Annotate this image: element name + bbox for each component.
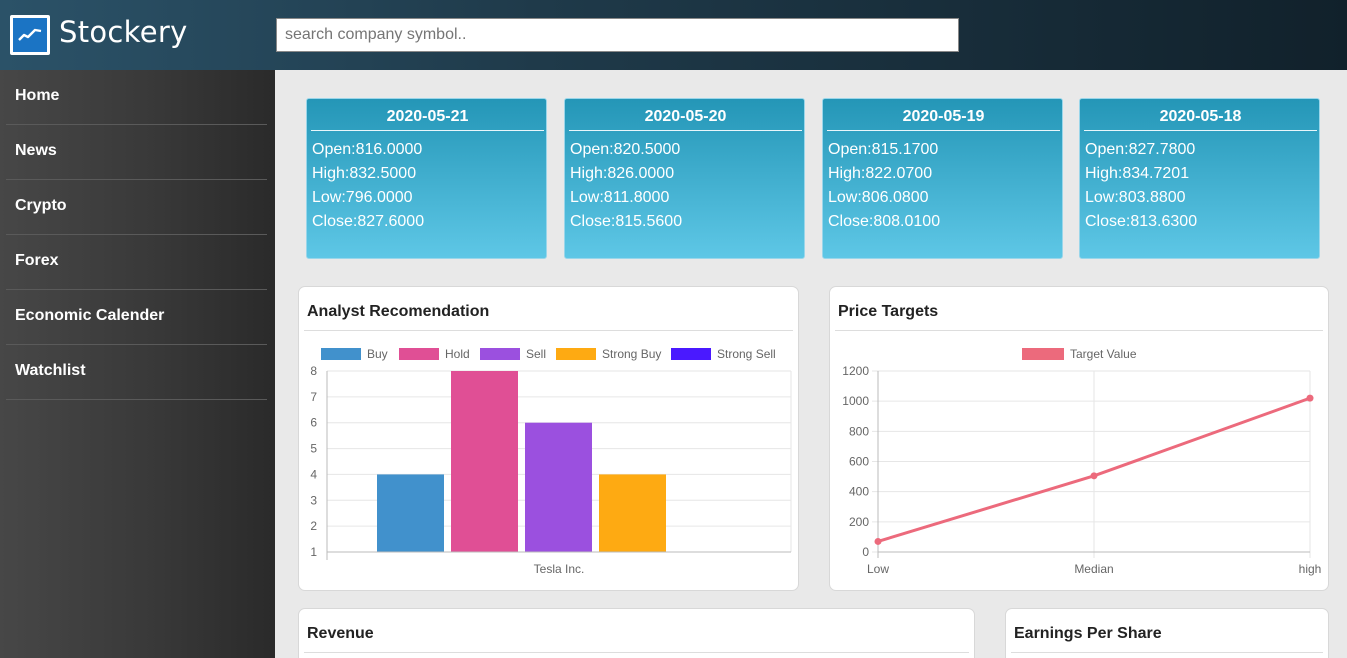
divider: [304, 330, 793, 331]
close-value: Close:813.6300: [1085, 213, 1198, 230]
x-tick-label: Tesla Inc.: [534, 562, 585, 576]
x-tick-label: high: [1299, 562, 1322, 576]
x-tick-label: Low: [867, 562, 889, 576]
legend-label: Target Value: [1070, 347, 1137, 361]
legend-swatch: [480, 348, 520, 360]
legend-label: Strong Buy: [602, 347, 661, 361]
legend-swatch: [556, 348, 596, 360]
open-value: Open:827.7800: [1085, 141, 1196, 158]
high-value: High:834.7201: [1085, 165, 1190, 182]
card-date: 2020-05-20: [569, 108, 802, 131]
legend-label: Buy: [367, 347, 388, 361]
close-value: Close:815.5600: [570, 213, 683, 230]
y-tick-label: 6: [310, 416, 317, 430]
close-value: Close:827.6000: [312, 213, 425, 230]
low-value: Low:811.8000: [570, 189, 670, 206]
y-tick-label: 600: [849, 455, 869, 469]
revenue-panel: Revenue: [298, 608, 975, 658]
y-tick-label: 1000: [842, 394, 869, 408]
y-tick-label: 4: [310, 467, 317, 481]
divider: [304, 652, 969, 653]
y-tick-label: 1: [310, 545, 317, 559]
legend-label: Sell: [526, 347, 546, 361]
sidebar: Home News Crypto Forex Economic Calender…: [0, 70, 275, 658]
panel-title: Analyst Recomendation: [307, 303, 490, 320]
y-tick-label: 1200: [842, 364, 869, 378]
low-value: Low:803.8800: [1085, 189, 1186, 206]
high-value: High:832.5000: [312, 165, 417, 182]
y-tick-label: 5: [310, 442, 317, 456]
legend-swatch: [1022, 348, 1064, 360]
divider: [1011, 652, 1323, 653]
divider: [835, 330, 1323, 331]
sidebar-item-home[interactable]: Home: [6, 70, 267, 125]
y-tick-label: 800: [849, 424, 869, 438]
daily-price-card: 2020-05-19 Open:815.1700 High:822.0700 L…: [822, 98, 1063, 259]
bar-sell: [525, 422, 592, 552]
sidebar-item-label: Forex: [15, 252, 59, 269]
sidebar-item-watchlist[interactable]: Watchlist: [6, 345, 267, 400]
sidebar-item-crypto[interactable]: Crypto: [6, 180, 267, 235]
sidebar-item-label: Watchlist: [15, 362, 86, 379]
sidebar-item-economic-calender[interactable]: Economic Calender: [6, 290, 267, 345]
chart-trend-icon[interactable]: [10, 15, 50, 55]
y-tick-label: 200: [849, 515, 869, 529]
bar-buy: [377, 474, 444, 552]
brand-name[interactable]: Stockery: [59, 15, 188, 49]
x-tick-label: Median: [1074, 562, 1113, 576]
price-targets-panel: Price Targets Target Value 0 200 400 600 800 1…: [829, 286, 1329, 591]
legend-label: Hold: [445, 347, 470, 361]
bar-hold: [451, 371, 518, 552]
y-tick-label: 8: [310, 364, 317, 378]
search-input[interactable]: [276, 18, 959, 52]
card-date: 2020-05-18: [1084, 108, 1317, 131]
low-value: Low:806.0800: [828, 189, 929, 206]
data-point: [1306, 394, 1314, 402]
legend-swatch: [321, 348, 361, 360]
y-tick-label: 7: [310, 390, 317, 404]
bar-strong-buy: [599, 474, 666, 552]
high-value: High:822.0700: [828, 165, 933, 182]
close-value: Close:808.0100: [828, 213, 941, 230]
sidebar-item-forex[interactable]: Forex: [6, 235, 267, 290]
sidebar-item-label: News: [15, 142, 57, 159]
panel-title: Price Targets: [838, 303, 939, 320]
y-tick-label: 2: [310, 519, 317, 533]
panel-title: Earnings Per Share: [1014, 625, 1162, 642]
panel-title: Revenue: [307, 625, 374, 642]
daily-price-card: 2020-05-18 Open:827.7800 High:834.7201 L…: [1079, 98, 1320, 259]
sidebar-item-label: Economic Calender: [15, 307, 165, 324]
card-date: 2020-05-19: [827, 108, 1060, 131]
sidebar-item-label: Home: [15, 87, 60, 104]
open-value: Open:816.0000: [312, 141, 423, 158]
sidebar-item-label: Crypto: [15, 197, 67, 214]
card-date: 2020-05-21: [311, 108, 544, 131]
price-target-line-chart: Target Value 0 200 400 600 800 1000 1200 Low Medi…: [842, 347, 1322, 576]
y-tick-label: 3: [310, 493, 317, 507]
open-value: Open:820.5000: [570, 141, 681, 158]
daily-price-card: 2020-05-21 Open:816.0000 High:832.5000 L…: [306, 98, 547, 259]
legend-swatch: [671, 348, 711, 360]
data-point: [1090, 472, 1098, 480]
low-value: Low:796.0000: [312, 189, 413, 206]
legend-swatch: [399, 348, 439, 360]
data-point: [874, 537, 882, 545]
high-value: High:826.0000: [570, 165, 675, 182]
analyst-bar-chart: Buy Hold Sell Strong Buy Strong Sell 1 2 3 4 5 6 7 8…: [310, 347, 792, 576]
daily-price-card: 2020-05-20 Open:820.5000 High:826.0000 L…: [564, 98, 805, 259]
analyst-recommendation-panel: Analyst Recomendation Buy Hold Sell Strong …: [298, 286, 799, 591]
open-value: Open:815.1700: [828, 141, 939, 158]
sidebar-item-news[interactable]: News: [6, 125, 267, 180]
top-bar: Stockery: [0, 0, 1347, 70]
y-tick-label: 0: [862, 545, 869, 559]
eps-panel: Earnings Per Share: [1005, 608, 1329, 658]
y-tick-label: 400: [849, 485, 869, 499]
legend-label: Strong Sell: [717, 347, 776, 361]
